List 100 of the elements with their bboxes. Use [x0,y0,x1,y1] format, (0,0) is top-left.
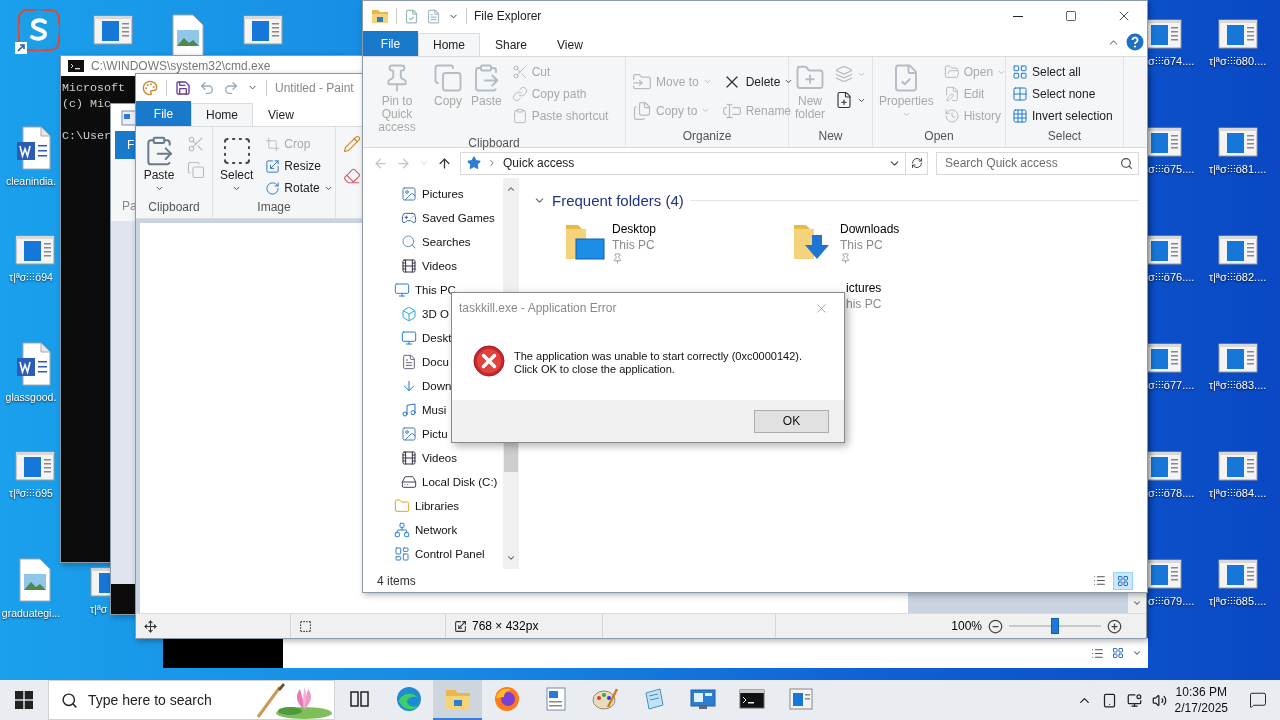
terminal-icon [738,689,765,709]
redo-icon[interactable] [223,79,239,96]
layers-icon [835,65,853,83]
copy-icon [433,63,463,93]
save-icon[interactable] [175,79,191,96]
minimize-icon [1013,15,1023,17]
nav-tree-item[interactable]: Searches [363,230,503,254]
chat-app-icon[interactable] [12,8,63,56]
desktop-icon-label: τ|ªσ⫶⫶⫶ö83.... [1208,379,1267,392]
file-menu-tab[interactable]: File [136,101,191,126]
document-icon [401,354,417,370]
drive-icon [401,474,417,490]
window-file-icon[interactable] [1148,558,1182,590]
nav-tree-item[interactable]: Videos [363,254,503,278]
window-file-icon[interactable] [1217,342,1258,374]
resize-icon [265,158,281,174]
group-label: Open [924,129,954,145]
zoom-slider-thumb[interactable] [1051,618,1059,634]
notification-icon [1249,691,1267,709]
scroll-up-icon[interactable] [506,184,516,194]
grid-icon [1012,64,1028,80]
nav-tree-item[interactable]: Network [363,518,503,542]
select-button[interactable]: Select [217,133,257,200]
ribbon-button[interactable]: Invert selection [1009,105,1116,127]
caret-icon [701,106,711,115]
new-file-icon [835,91,853,109]
image-icon [401,186,417,202]
panel-icon [394,546,410,562]
nav-tree-item[interactable]: Videos [363,446,503,470]
folder-name[interactable]: Desktop [612,221,657,237]
clock-time[interactable]: 10:36 PM [1175,684,1227,700]
ribbon-button[interactable]: Select all [1009,61,1084,83]
window-file-icon[interactable] [1148,342,1182,374]
window-file-icon[interactable] [15,450,55,482]
ribbon-tab[interactable]: Home [418,33,480,56]
console-text: Microsoft [62,80,126,96]
file-menu-tab[interactable]: F [115,131,136,159]
window-file-icon[interactable] [1148,234,1182,266]
image-document-icon[interactable] [18,558,52,602]
grid-view-icon[interactable] [1112,647,1124,659]
clipboard-icon [511,108,528,124]
window-file-icon[interactable] [92,14,133,46]
edit-icon [943,86,960,102]
window-file-icon[interactable] [1217,234,1258,266]
window-file-icon[interactable] [242,14,283,46]
window-file-icon[interactable] [1217,18,1258,50]
paste-button[interactable]: Paste [140,133,178,200]
speaker-icon[interactable] [1151,692,1167,708]
nav-tree-item[interactable]: Control Panel [363,542,503,566]
device-icon[interactable] [1101,692,1117,708]
window-file-icon[interactable] [90,566,110,598]
folder-location: This PC [612,237,656,253]
ok-button[interactable]: OK [754,409,829,433]
clock-date[interactable]: 2/17/2025 [1174,700,1228,716]
window-file-icon[interactable] [1148,126,1182,158]
desktop-icon-label: τ|ªσ⫶⫶⫶ö95 [9,487,53,500]
taskbar-search-field[interactable]: Type here to search [88,692,244,708]
scroll-down-icon[interactable] [506,553,516,563]
folder-icon [394,498,410,514]
image-tool-button[interactable]: Resize [262,155,325,177]
window-file-icon[interactable] [15,234,55,266]
desktop-icon-label: σ⫶⫶⫶ö74.... [1148,55,1195,68]
nav-tree-item[interactable]: Saved Games [363,206,503,230]
scroll-down-icon[interactable] [1132,648,1142,658]
address-bar[interactable]: Quick access [460,151,906,175]
up-icon[interactable] [437,155,452,171]
refresh-button[interactable] [906,151,928,175]
folder-name[interactable]: ictures [846,280,882,296]
image-tool-button[interactable]: Rotate [262,177,336,199]
window-file-icon[interactable] [1148,450,1182,482]
empty-grid-icon [1012,86,1028,102]
search-field[interactable]: Search Quick access [936,151,1139,175]
group-label: New [818,129,843,145]
ribbon-button[interactable]: Select none [1009,83,1099,105]
scroll-down-button[interactable] [1128,592,1146,613]
item-count: 4 items [377,573,416,588]
undo-icon[interactable] [199,79,215,96]
task-view-icon [349,690,370,708]
history-icon [943,108,960,124]
image-document-icon[interactable] [170,14,205,58]
down-arrow-icon [401,378,417,394]
group-label: Clipboard [148,200,200,216]
ribbon-tab[interactable]: Home [191,103,253,126]
zoom-in-icon[interactable] [1107,618,1122,634]
window-file-icon[interactable] [1217,558,1258,590]
tiles-view-button[interactable] [1113,571,1133,590]
window-file-icon[interactable] [1148,18,1182,50]
folder-name[interactable]: Downloads [840,221,900,237]
nav-tree-item[interactable]: Local Disk (C:) [363,470,503,494]
console-text: C:\User [62,128,112,144]
group-label: Organize [682,129,732,145]
network-icon[interactable] [1126,692,1142,708]
nav-tree-item[interactable]: Pictures [363,182,503,206]
file-menu-tab[interactable]: File [363,31,418,56]
nav-tree-item[interactable]: Libraries [363,494,503,518]
list-view-icon[interactable] [1091,646,1104,660]
window-file-icon[interactable] [1217,126,1258,158]
list-icon [1092,574,1106,587]
zoom-out-icon[interactable] [988,618,1003,634]
window-file-icon[interactable] [1217,450,1258,482]
